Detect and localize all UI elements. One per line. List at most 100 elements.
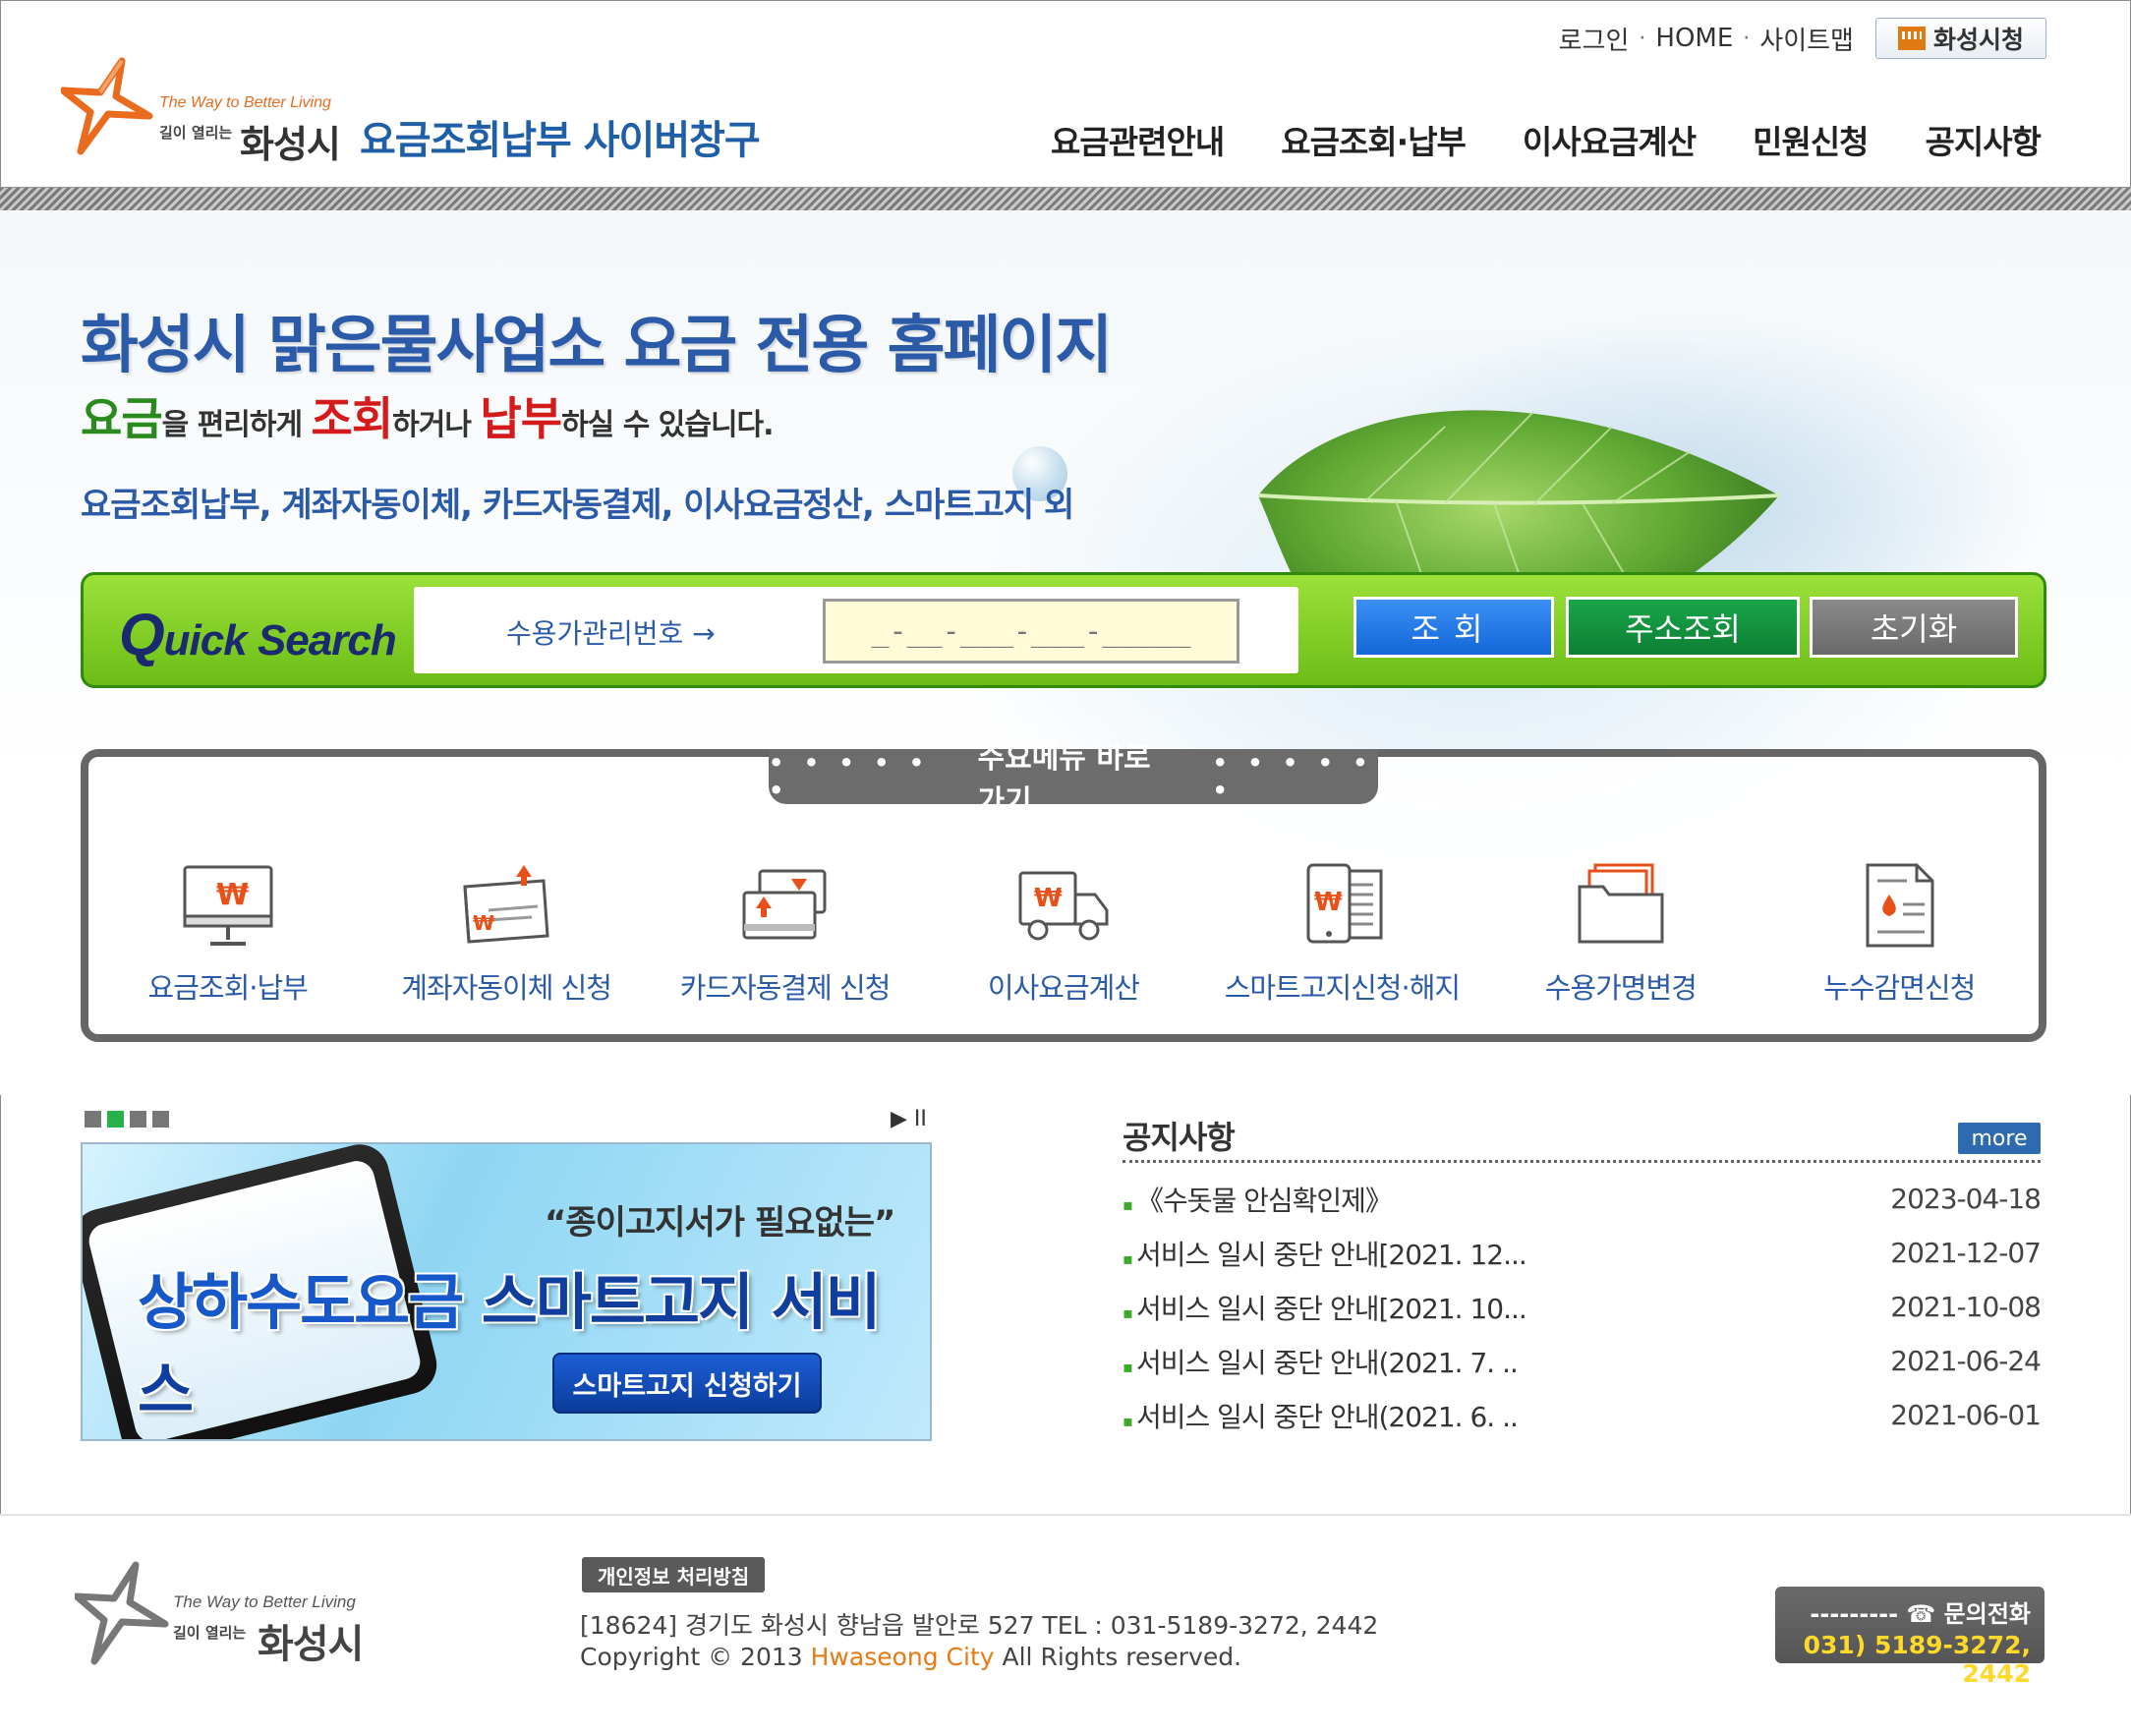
hero-text: 하실 수 있습니다. <box>561 408 774 442</box>
notice-section-title: 공지사항 <box>1123 1119 1236 1156</box>
customer-number-label: 수용가관리번호 → <box>506 617 716 650</box>
notice-item[interactable]: 서비스 일시 중단 안내(2021. 7. .. 2021-06-24 <box>1123 1334 2042 1388</box>
site-title[interactable]: 요금조회납부 사이버창구 <box>360 108 761 165</box>
document-drop-icon <box>1866 863 1934 948</box>
banner-headline-a: 상하수도요금 <box>138 1266 482 1338</box>
hero-word-pay: 납부 <box>480 392 562 445</box>
logo-city: 화성시 <box>240 123 341 166</box>
shortcut-auto-transfer[interactable]: ₩ 계좌자동이체 신청 <box>367 855 645 1007</box>
star-logo-icon <box>61 57 153 155</box>
shortcut-label: 이사요금계산 <box>987 971 1140 1005</box>
shortcut-menu-title-tab: • • • • • • 주요메뉴 바로가기 • • • • • • <box>769 741 1378 819</box>
shortcut-menu: • • • • • • 주요메뉴 바로가기 • • • • • • ₩ 요금조회… <box>81 741 2046 1042</box>
notice-more-button[interactable]: more <box>1958 1123 2041 1154</box>
card-icon <box>742 869 827 940</box>
login-link[interactable]: 로그인 <box>1559 21 1630 57</box>
folder-icon <box>1578 863 1664 944</box>
notice-title[interactable]: 서비스 일시 중단 안내(2021. 7. .. <box>1123 1342 1519 1381</box>
quick-search-logo: Quick Search <box>119 601 397 668</box>
shortcut-leak-reduction[interactable]: 누수감면신청 <box>1760 855 2039 1007</box>
main-nav: 요금관련안내 요금조회·납부 이사요금계산 민원신청 공지사항 <box>1051 116 2042 163</box>
notice-date: 2021-06-01 <box>1890 1399 2042 1431</box>
contact-phone-number: 031) 5189-3272, 2442 <box>1803 1631 2031 1688</box>
shortcut-menu-title: 주요메뉴 바로가기 <box>977 741 1151 819</box>
notice-date: 2021-12-07 <box>1890 1237 2042 1269</box>
building-icon <box>1897 27 1926 50</box>
quick-search-word: uick Search <box>163 616 397 665</box>
shortcut-name-change[interactable]: 수용가명변경 <box>1481 855 1759 1007</box>
nav-notices[interactable]: 공지사항 <box>1926 116 2042 163</box>
pager-dot-active[interactable] <box>107 1111 124 1128</box>
footer-copyright: Copyright © 2013 Hwaseong City All Right… <box>580 1642 1378 1673</box>
decor-dots: • • • • • • <box>1212 749 1374 804</box>
notice-item[interactable]: 서비스 일시 중단 안내[2021. 10... 2021-10-08 <box>1123 1280 2042 1334</box>
banner-quote: “종이고지서가 필요없는” <box>545 1203 895 1243</box>
search-button[interactable]: 조회 <box>1353 597 1554 658</box>
footer-address: [18624] 경기도 화성시 향남읍 발안로 527 TEL : 031-51… <box>580 1611 1379 1640</box>
reset-button[interactable]: 초기화 <box>1810 597 2018 658</box>
logo-subline: 길이 열리는 <box>159 124 233 142</box>
nav-fee-inquiry[interactable]: 요금조회·납부 <box>1281 116 1467 163</box>
shortcut-label: 수용가명변경 <box>1544 971 1698 1005</box>
contact-phone-box: --------- ☎ 문의전화 031) 5189-3272, 2442 <box>1775 1587 2045 1688</box>
hero-text: 을 편리하게 <box>161 408 312 442</box>
notice-item[interactable]: 서비스 일시 중단 안내(2021. 6. .. 2021-06-01 <box>1123 1388 2042 1442</box>
notice-date: 2023-04-18 <box>1890 1183 2042 1215</box>
copyright-text: All Rights reserved. <box>994 1643 1242 1671</box>
shortcut-label: 계좌자동이체 신청 <box>401 971 612 1005</box>
hero-word-fee: 요금 <box>81 392 163 445</box>
sitemap-link[interactable]: 사이트맵 <box>1759 21 1854 57</box>
footer-logo-city: 화성시 <box>258 1622 364 1667</box>
smart-notice-banner[interactable]: “종이고지서가 필요없는” 상하수도요금 스마트고지 서비스 스마트고지 신청하… <box>81 1142 932 1441</box>
svg-text:₩: ₩ <box>1034 884 1063 913</box>
shortcut-items: ₩ 요금조회·납부 ₩ 계좌자동이체 신청 카드자동결제 신청 ₩ 이사요금계산… <box>88 855 2039 1007</box>
notice-divider <box>1123 1160 2041 1163</box>
monitor-won-icon: ₩ <box>183 865 273 946</box>
hero-text: 하거나 <box>392 408 481 442</box>
hero-services: 요금조회납부, 계좌자동이체, 카드자동결제, 이사요금정산, 스마트고지 외 <box>81 486 1074 525</box>
notice-title[interactable]: 《수돗물 안심확인제》 <box>1123 1180 1393 1219</box>
leaf-image <box>1257 410 1780 662</box>
site-logo[interactable]: The Way to Better Living 길이 열리는 화성시 <box>61 57 356 166</box>
notice-title[interactable]: 서비스 일시 중단 안내[2021. 10... <box>1123 1288 1527 1327</box>
shortcut-label: 스마트고지신청·해지 <box>1224 971 1461 1005</box>
shortcut-label: 누수감면신청 <box>1823 971 1976 1005</box>
nav-civil-request[interactable]: 민원신청 <box>1753 116 1869 163</box>
decor-dots: • • • • • • <box>769 749 931 804</box>
shortcut-label: 요금조회·납부 <box>147 971 309 1005</box>
pager-dot[interactable] <box>152 1111 169 1128</box>
pager-dot[interactable] <box>130 1111 146 1128</box>
footer-logo-tagline: The Way to Better Living <box>173 1592 356 1611</box>
hero-subtitle: 요금을 편리하게 조회하거나 납부하실 수 있습니다. <box>81 383 775 448</box>
shortcut-fee-inquiry[interactable]: ₩ 요금조회·납부 <box>88 855 367 1007</box>
address-search-button[interactable]: 주소조회 <box>1566 597 1800 658</box>
footer-address-block: [18624] 경기도 화성시 향남읍 발안로 527 TEL : 031-51… <box>580 1610 1378 1673</box>
home-link[interactable]: HOME <box>1655 24 1733 53</box>
contact-phone-label: --------- ☎ 문의전화 <box>1810 1600 2031 1628</box>
logo-tagline: The Way to Better Living <box>159 94 331 111</box>
utility-bar: 로그인 · HOME · 사이트맵 화성시청 <box>1559 18 2046 59</box>
nav-moving-fee[interactable]: 이사요금계산 <box>1523 116 1697 163</box>
notice-item[interactable]: 《수돗물 안심확인제》 2023-04-18 <box>1123 1172 2042 1226</box>
notice-title[interactable]: 서비스 일시 중단 안내[2021. 12... <box>1123 1234 1527 1273</box>
shortcut-card-payment[interactable]: 카드자동결제 신청 <box>646 855 924 1007</box>
copyright-city: Hwaseong City <box>810 1643 995 1671</box>
hero-title: 화성시 맑은물사업소 요금 전용 홈페이지 <box>81 310 1113 382</box>
nav-fee-guide[interactable]: 요금관련안내 <box>1051 116 1225 163</box>
notice-title[interactable]: 서비스 일시 중단 안내(2021. 6. .. <box>1123 1396 1519 1435</box>
banner-play-pause-controls[interactable]: ▶ II <box>891 1107 927 1131</box>
smartphone-icon: ₩ <box>1306 863 1383 944</box>
city-hall-button[interactable]: 화성시청 <box>1874 18 2046 59</box>
notice-item[interactable]: 서비스 일시 중단 안내[2021. 12... 2021-12-07 <box>1123 1226 2042 1280</box>
notice-list: 《수돗물 안심확인제》 2023-04-18 서비스 일시 중단 안내[2021.… <box>1123 1172 2042 1442</box>
quick-search-panel: Quick Search 수용가관리번호 → 조회 주소조회 초기화 <box>81 572 2046 688</box>
footer: The Way to Better Living 길이 열리는 화성시 개인정보… <box>0 1514 2131 1736</box>
shortcut-smart-notice[interactable]: ₩ 스마트고지신청·해지 <box>1203 855 1481 1007</box>
smart-notice-apply-button[interactable]: 스마트고지 신청하기 <box>552 1353 822 1414</box>
separator: · <box>1743 26 1751 51</box>
privacy-policy-link[interactable]: 개인정보 처리방침 <box>582 1557 766 1592</box>
shortcut-moving-fee[interactable]: ₩ 이사요금계산 <box>924 855 1202 1007</box>
pager-dot[interactable] <box>85 1111 101 1128</box>
copyright-text: Copyright © 2013 <box>580 1643 811 1671</box>
customer-number-input[interactable] <box>823 599 1239 664</box>
